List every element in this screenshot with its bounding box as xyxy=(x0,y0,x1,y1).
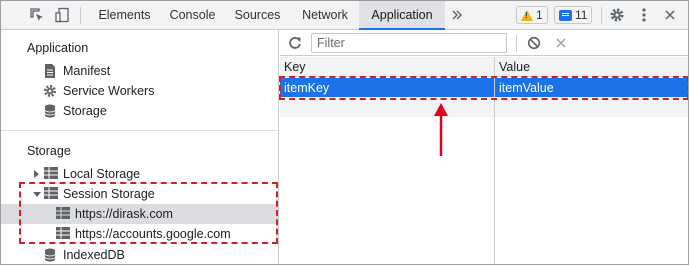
grid-header: Key Value xyxy=(280,57,688,77)
column-header-value[interactable]: Value xyxy=(499,60,530,74)
more-vertical-icon[interactable] xyxy=(635,6,653,24)
toolbar-divider xyxy=(80,7,81,24)
tab-network[interactable]: Network xyxy=(291,1,359,29)
double-chevron-right-icon[interactable] xyxy=(448,6,466,24)
tab-elements[interactable]: Elements xyxy=(88,1,161,29)
sidebar-item-label: Storage xyxy=(63,104,107,118)
sidebar-item-service-workers[interactable]: Service Workers xyxy=(1,81,278,101)
message-icon xyxy=(559,9,572,21)
devtools-window: Elements Console Sources Network Applica… xyxy=(0,0,689,265)
toolbar-divider xyxy=(601,7,602,24)
delete-icon[interactable] xyxy=(552,34,570,52)
sidebar-item-label: Service Workers xyxy=(63,84,155,98)
sidebar-item-indexeddb[interactable]: IndexedDB xyxy=(1,245,278,264)
sidebar-item-storage[interactable]: Storage xyxy=(1,101,278,121)
clear-all-icon[interactable] xyxy=(525,34,543,52)
warnings-badge[interactable]: 1 xyxy=(516,6,548,24)
table-icon xyxy=(44,167,58,181)
gear-icon xyxy=(43,84,57,98)
inspect-element-icon[interactable] xyxy=(28,6,46,24)
sidebar-item-local-storage[interactable]: Local Storage xyxy=(1,164,278,184)
table-row-empty[interactable] xyxy=(280,97,688,117)
tab-application[interactable]: Application xyxy=(359,1,445,30)
section-title-application: Application xyxy=(27,41,89,55)
gear-icon[interactable] xyxy=(608,6,626,24)
warning-icon xyxy=(521,9,533,21)
filter-input[interactable] xyxy=(311,33,507,53)
highlight-storage-row xyxy=(279,76,688,100)
chevron-right-icon[interactable] xyxy=(34,170,39,178)
messages-count: 11 xyxy=(575,8,588,22)
database-icon xyxy=(44,248,58,262)
toolbar-divider xyxy=(516,35,517,52)
close-icon[interactable] xyxy=(661,6,679,24)
column-header-key[interactable]: Key xyxy=(284,60,306,74)
storage-view: Key Value itemKey itemValue xyxy=(280,30,688,264)
red-arrow-icon xyxy=(434,103,448,156)
storage-toolbar xyxy=(280,30,688,56)
database-icon xyxy=(44,104,58,118)
sidebar-item-label: IndexedDB xyxy=(63,248,125,262)
sidebar-item-label: Manifest xyxy=(63,64,111,78)
section-title-storage: Storage xyxy=(27,144,71,158)
highlight-session-storage xyxy=(19,182,278,244)
section-divider xyxy=(1,130,278,131)
tab-console[interactable]: Console xyxy=(161,1,224,29)
device-toggle-icon[interactable] xyxy=(53,6,71,24)
document-icon xyxy=(44,64,58,78)
sidebar-item-manifest[interactable]: Manifest xyxy=(1,61,278,81)
sidebar-item-label: Local Storage xyxy=(63,167,141,181)
messages-badge[interactable]: 11 xyxy=(554,6,593,24)
refresh-icon[interactable] xyxy=(286,34,304,52)
warnings-count: 1 xyxy=(536,8,543,22)
devtools-toolbar: Elements Console Sources Network Applica… xyxy=(1,1,688,30)
tab-sources[interactable]: Sources xyxy=(224,1,291,29)
